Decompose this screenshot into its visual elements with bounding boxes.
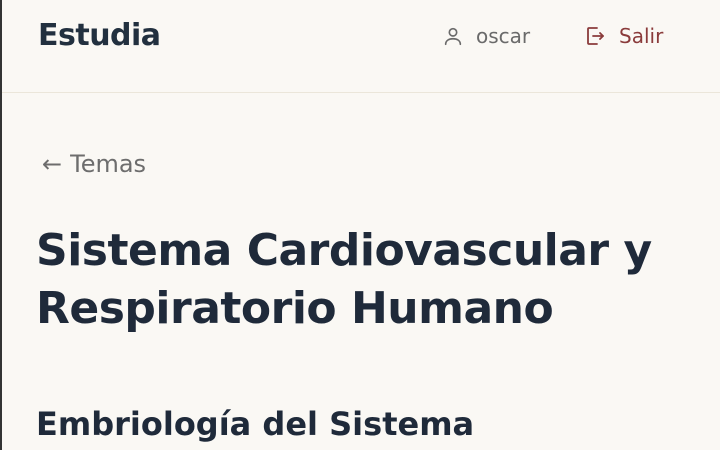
logout-button[interactable]: Salir — [583, 24, 663, 48]
logout-icon — [583, 24, 607, 48]
back-link-label: Temas — [70, 150, 147, 178]
back-to-topics-link[interactable]: ← Temas — [42, 150, 146, 178]
user-icon — [442, 25, 464, 47]
arrow-left-icon: ← — [42, 150, 63, 178]
brand-logo[interactable]: Estudia — [38, 18, 161, 53]
section-title: Embriología del Sistema — [36, 405, 475, 443]
top-header: Estudia oscar Salir — [2, 0, 720, 93]
logout-label: Salir — [619, 24, 664, 48]
user-name: oscar — [476, 24, 531, 48]
user-menu[interactable]: oscar — [442, 24, 530, 48]
page-title: Sistema Cardiovascular y Respiratorio Hu… — [36, 225, 652, 334]
